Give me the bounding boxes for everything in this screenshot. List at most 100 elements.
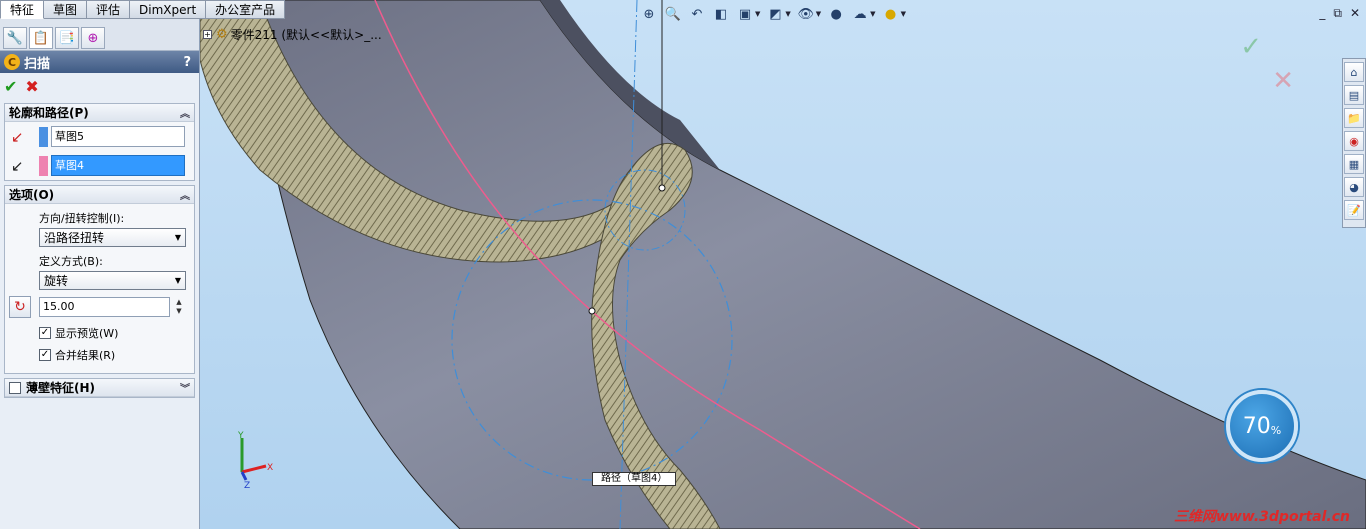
path-selection-box[interactable]: 草图4 xyxy=(51,155,185,176)
zoom-area-icon[interactable]: 🔍 xyxy=(664,5,682,23)
show-preview-checkbox[interactable]: ✓ xyxy=(39,327,51,339)
dropdown-arrow-icon[interactable]: ▼ xyxy=(785,10,790,18)
property-manager-title-bar: C 扫描 ? xyxy=(0,51,199,73)
tab-dimxpert[interactable]: DimXpert xyxy=(130,0,207,19)
configuration-manager-tab-icon[interactable]: 📑 xyxy=(55,27,79,49)
tab-office-products[interactable]: 办公室产品 xyxy=(206,0,286,19)
path-color-swatch xyxy=(39,155,48,176)
model-scene xyxy=(200,0,1366,529)
chevron-up-icon[interactable]: ︽ xyxy=(180,187,190,202)
group-title: 选项(O) xyxy=(9,188,55,202)
display-style-icon[interactable]: ◩ xyxy=(766,5,784,23)
restore-icon[interactable]: ⧉ xyxy=(1333,6,1342,21)
turns-row: ↻ 15.00 ▲ ▼ xyxy=(5,296,194,318)
tree-root-label: 零件211 (默认<<默认>_... xyxy=(230,28,382,42)
feature-manager-tabs: 🔧 📋 📑 ⊕ xyxy=(0,19,199,51)
previous-view-icon[interactable]: ↶ xyxy=(688,5,706,23)
hide-show-icon[interactable]: 👁 xyxy=(797,5,815,23)
progress-indicator: 70 % xyxy=(1226,390,1298,462)
show-preview-row: ✓ 显示预览(W) xyxy=(5,326,194,340)
svg-text:Y: Y xyxy=(237,431,244,441)
command-manager-tabs: 特征 草图 评估 DimXpert 办公室产品 xyxy=(0,0,286,19)
turns-input[interactable]: 15.00 xyxy=(39,297,170,317)
path-row: ↙ 草图4 xyxy=(5,151,194,180)
zoom-to-fit-icon[interactable]: ⊕ xyxy=(640,5,658,23)
close-icon[interactable]: ✕ xyxy=(1350,6,1360,21)
merge-result-label: 合并结果(R) xyxy=(55,349,116,362)
group-title: 轮廓和路径(P) xyxy=(9,106,89,120)
progress-unit: % xyxy=(1270,423,1282,437)
dropdown-arrow-icon[interactable]: ▼ xyxy=(816,10,821,18)
profile-color-swatch xyxy=(39,126,48,147)
home-icon[interactable]: ⌂ xyxy=(1344,62,1364,82)
expand-icon[interactable]: + xyxy=(203,30,212,39)
profile-point xyxy=(588,307,596,315)
help-button[interactable]: ? xyxy=(183,55,191,70)
profile-selection-box[interactable]: 草图5 xyxy=(51,126,185,147)
progress-value: 70 xyxy=(1242,413,1271,439)
flyout-feature-tree[interactable]: + ⚙ 零件211 (默认<<默认>_... xyxy=(203,26,382,43)
page-title: 扫描 xyxy=(24,56,51,72)
ok-check-icon[interactable]: ✔ xyxy=(4,77,17,96)
appearances-icon[interactable]: ◕ xyxy=(1344,177,1364,197)
profile-and-path-header[interactable]: 轮廓和路径(P) ︽ xyxy=(5,104,194,122)
resources-icon[interactable]: ▤ xyxy=(1344,85,1364,105)
property-manager-panel: 🔧 📋 📑 ⊕ C 扫描 ? ✔ ✖ 轮廓和路径(P) ︽ ↙ 草图5 ↙ 草图… xyxy=(0,19,200,529)
swept-body xyxy=(239,0,1366,529)
options-group: 选项(O) ︽ 方向/扭转控制(I): 沿路径扭转 ▼ 定义方式(B): 旋转 … xyxy=(4,185,195,374)
profile-icon: ↙ xyxy=(11,127,24,146)
confirm-cancel-icon[interactable]: ✕ xyxy=(1272,64,1294,98)
path-callout-label: 路径（草图4） xyxy=(592,472,677,486)
group-title: 薄壁特征(H) xyxy=(26,381,96,395)
tab-features[interactable]: 特征 xyxy=(0,0,45,19)
chevron-up-icon[interactable]: ︽ xyxy=(180,105,190,120)
file-explorer-icon[interactable]: ◉ xyxy=(1344,131,1364,151)
svg-text:Z: Z xyxy=(244,481,250,490)
thin-feature-header[interactable]: 薄壁特征(H) ︾ xyxy=(5,379,194,397)
watermark: 三维网www.3dportal.cn xyxy=(1173,509,1350,525)
view-palette-icon[interactable]: ▦ xyxy=(1344,154,1364,174)
scene-icon[interactable]: ☁ xyxy=(851,5,869,23)
orientation-label: 方向/扭转控制(I): xyxy=(39,212,125,225)
show-preview-label: 显示预览(W) xyxy=(55,327,119,340)
edit-appearance-icon[interactable]: ● xyxy=(827,5,845,23)
tab-evaluate[interactable]: 评估 xyxy=(87,0,131,19)
heads-up-toolbar: ⊕ 🔍 ↶ ◧ ▣ ▼ ◩ ▼ 👁 ▼ ● ☁ ▼ ● ▼ xyxy=(640,3,906,25)
define-by-value: 旋转 xyxy=(44,274,69,288)
chevron-down-icon[interactable]: ︾ xyxy=(180,380,190,395)
profile-row: ↙ 草图5 xyxy=(5,122,194,151)
merge-result-checkbox[interactable]: ✓ xyxy=(39,349,51,361)
confirmation-corner: ✓ ✕ xyxy=(1240,30,1294,98)
dimxpert-manager-tab-icon[interactable]: ⊕ xyxy=(81,27,105,49)
thin-feature-group: 薄壁特征(H) ︾ xyxy=(4,378,195,398)
confirm-row: ✔ ✖ xyxy=(0,73,199,99)
graphics-viewport[interactable]: ⊕ 🔍 ↶ ◧ ▣ ▼ ◩ ▼ 👁 ▼ ● ☁ ▼ ● ▼ + ⚙ 零件211 (默认<<… xyxy=(200,0,1366,529)
reference-triad-icon: Y X Z xyxy=(237,431,273,490)
dropdown-arrow-icon[interactable]: ▼ xyxy=(901,10,906,18)
property-manager-tab-icon[interactable]: 📋 xyxy=(29,27,53,49)
tab-sketch[interactable]: 草图 xyxy=(44,0,88,19)
path-point xyxy=(658,184,666,192)
view-settings-icon[interactable]: ● xyxy=(882,5,900,23)
folder-icon[interactable]: 📁 xyxy=(1344,108,1364,128)
minimize-icon[interactable]: _ xyxy=(1319,6,1325,21)
sweep-icon: C xyxy=(4,54,20,70)
cancel-x-icon[interactable]: ✖ xyxy=(25,77,38,96)
svg-text:X: X xyxy=(267,463,273,473)
feature-tree-tab-icon[interactable]: 🔧 xyxy=(3,27,27,49)
window-controls: _ ⧉ ✕ xyxy=(1319,6,1360,21)
dropdown-arrow-icon[interactable]: ▼ xyxy=(755,10,760,18)
thin-feature-checkbox[interactable] xyxy=(9,381,21,394)
define-by-label: 定义方式(B): xyxy=(39,255,103,268)
orientation-select[interactable]: 沿路径扭转 ▼ xyxy=(39,228,186,247)
dropdown-arrow-icon: ▼ xyxy=(174,276,181,285)
section-view-icon[interactable]: ◧ xyxy=(712,5,730,23)
view-orientation-icon[interactable]: ▣ xyxy=(736,5,754,23)
custom-properties-icon[interactable]: 📝 xyxy=(1344,200,1364,220)
turns-spinner-icon[interactable]: ▲ ▼ xyxy=(172,298,186,316)
reverse-direction-icon[interactable]: ↻ xyxy=(9,296,31,318)
confirm-ok-icon[interactable]: ✓ xyxy=(1240,30,1294,64)
options-header[interactable]: 选项(O) ︽ xyxy=(5,186,194,204)
define-by-select[interactable]: 旋转 ▼ xyxy=(39,271,186,290)
dropdown-arrow-icon[interactable]: ▼ xyxy=(870,10,875,18)
